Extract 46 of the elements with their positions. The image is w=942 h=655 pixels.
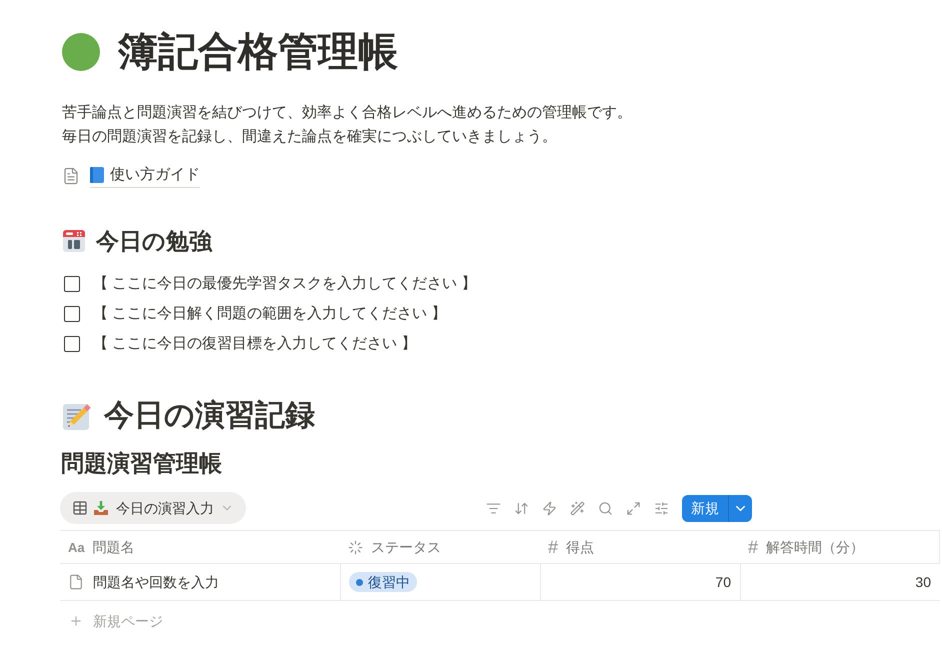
number-value: 70 bbox=[715, 572, 731, 592]
database-title: 問題演習管理帳 bbox=[61, 449, 222, 478]
page-icon bbox=[68, 574, 84, 590]
task-text: 【 ここに今日の復習目標を入力してください 】 bbox=[93, 334, 416, 354]
task-text: 【 ここに今日の最優先学習タスクを入力してください 】 bbox=[93, 274, 476, 294]
column-header[interactable]: Aa 問題名 bbox=[60, 531, 340, 564]
row-title[interactable]: 問題名や回数を入力 bbox=[93, 572, 219, 592]
column-header[interactable]: ステータス bbox=[340, 531, 540, 564]
section-heading: 今日の勉強 bbox=[96, 227, 212, 256]
document-icon bbox=[62, 167, 80, 185]
page-title: 簿記合格管理帳 bbox=[118, 29, 398, 76]
description-text: 苦手論点と問題演習を結びつけて、効率よく合格レベルへ進めるための管理帳です。 bbox=[62, 103, 632, 123]
calendar-icon bbox=[62, 229, 86, 253]
column-header[interactable]: # 解答時間（分） bbox=[740, 531, 940, 564]
section-heading: 今日の演習記録 bbox=[104, 398, 315, 434]
table-icon bbox=[72, 500, 88, 516]
book-icon bbox=[90, 167, 104, 183]
checkbox[interactable] bbox=[64, 336, 80, 352]
number-type-icon: # bbox=[748, 538, 758, 556]
plus-icon bbox=[69, 614, 83, 628]
new-page-button[interactable]: 新規ページ bbox=[60, 607, 163, 635]
download-tray-icon bbox=[94, 501, 108, 515]
expand-icon bbox=[626, 500, 640, 516]
task-text: 【 ここに今日解く問題の範囲を入力してください 】 bbox=[93, 304, 446, 324]
lightning-icon bbox=[542, 500, 556, 516]
description-text: 毎日の問題演習を記録し、間違えた論点を確実につぶしていきましょう。 bbox=[62, 127, 557, 147]
column-label: 得点 bbox=[566, 538, 594, 556]
column-header[interactable]: # 得点 bbox=[540, 531, 740, 564]
status-tag: 復習中 bbox=[349, 572, 417, 592]
number-type-icon: # bbox=[548, 538, 558, 556]
view-tab[interactable]: 今日の演習入力 bbox=[60, 492, 246, 524]
sort-icon bbox=[514, 500, 528, 516]
text-type-icon: Aa bbox=[68, 540, 85, 554]
number-value: 30 bbox=[915, 572, 931, 592]
column-label: ステータス bbox=[371, 538, 441, 556]
search-icon bbox=[598, 500, 612, 516]
memo-pencil-icon bbox=[62, 401, 92, 431]
settings-icon bbox=[654, 500, 668, 516]
guide-link[interactable]: 使い方ガイド bbox=[90, 164, 200, 188]
column-label: 解答時間（分） bbox=[766, 538, 864, 556]
loader-icon bbox=[348, 540, 363, 554]
filter-icon bbox=[486, 500, 500, 516]
column-label: 問題名 bbox=[92, 538, 135, 556]
magic-wand-icon bbox=[570, 500, 584, 516]
checkbox[interactable] bbox=[64, 276, 80, 292]
checkbox[interactable] bbox=[64, 306, 80, 322]
